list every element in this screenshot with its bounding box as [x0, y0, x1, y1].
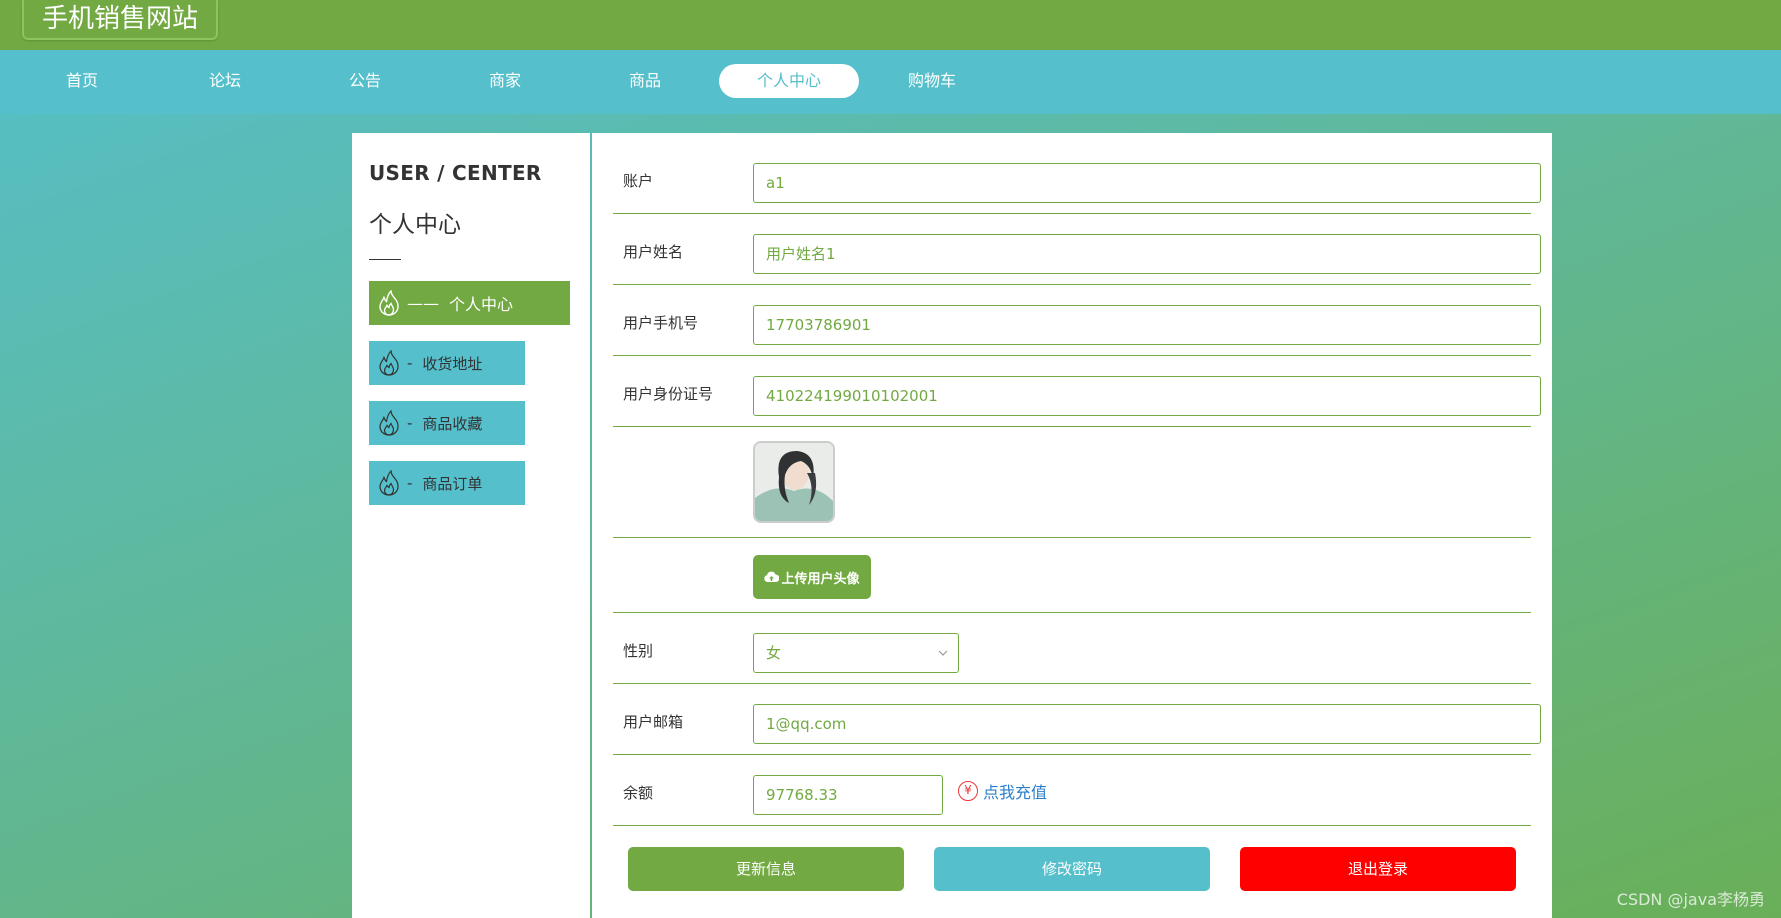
recharge-link[interactable]: ¥ 点我充值 — [958, 779, 1047, 803]
form-row-phone: 用户手机号 17703786901 — [613, 285, 1541, 356]
sidebar-item-favorites[interactable]: - 商品收藏 — [369, 401, 525, 445]
recharge-label: 点我充值 — [983, 783, 1048, 802]
nav-cart[interactable]: 购物车 — [862, 64, 1002, 98]
nav-merchant[interactable]: 商家 — [435, 64, 575, 98]
logout-button[interactable]: 退出登录 — [1240, 847, 1516, 891]
site-title: 手机销售网站 — [22, 0, 218, 40]
form-row-upload: 上传用户头像 — [613, 538, 1531, 613]
yen-icon: ¥ — [958, 781, 978, 801]
flame-icon — [379, 470, 399, 496]
nav-home[interactable]: 首页 — [12, 64, 152, 98]
sidebar-item-label: 商品收藏 — [422, 414, 483, 433]
form-row-balance: 余额 97768.33 ¥ 点我充值 — [613, 755, 1531, 826]
gender-selected-value: 女 — [766, 644, 782, 662]
idcard-input[interactable]: 410224199010102001 — [753, 376, 1541, 416]
top-header: 手机销售网站 — [0, 0, 1781, 50]
nav-announcement[interactable]: 公告 — [295, 64, 435, 98]
balance-input[interactable]: 97768.33 — [753, 775, 943, 815]
account-input[interactable]: a1 — [753, 163, 1541, 203]
nav-forum[interactable]: 论坛 — [155, 64, 295, 98]
update-info-button[interactable]: 更新信息 — [628, 847, 904, 891]
avatar — [753, 441, 835, 523]
sidebar-title-cn: 个人中心 — [369, 212, 461, 238]
change-password-button[interactable]: 修改密码 — [934, 847, 1210, 891]
form-row-avatar — [613, 427, 1531, 538]
idcard-label: 用户身份证号 — [623, 385, 714, 403]
user-sidebar: USER / CENTER 个人中心 —— 个人中心 - 收货地址 - 商品收藏… — [352, 133, 590, 918]
phone-input[interactable]: 17703786901 — [753, 305, 1541, 345]
sidebar-item-dash: - — [407, 474, 413, 492]
sidebar-item-label: 个人中心 — [449, 295, 514, 314]
sidebar-item-dash: - — [407, 414, 413, 432]
name-input[interactable]: 用户姓名1 — [753, 234, 1541, 274]
name-label: 用户姓名 — [623, 243, 684, 261]
upload-avatar-button[interactable]: 上传用户头像 — [753, 555, 871, 599]
cloud-upload-icon — [764, 571, 780, 582]
email-input[interactable]: 1@qq.com — [753, 704, 1541, 744]
flame-icon — [379, 410, 399, 436]
flame-icon — [379, 350, 399, 376]
sidebar-item-orders[interactable]: - 商品订单 — [369, 461, 525, 505]
form-row-account: 账户 a1 — [613, 133, 1541, 214]
avatar-image — [755, 443, 833, 521]
upload-avatar-label: 上传用户头像 — [781, 571, 860, 587]
sidebar-divider — [369, 259, 401, 260]
chevron-down-icon — [938, 650, 948, 656]
form-row-idcard: 用户身份证号 410224199010102001 — [613, 356, 1541, 427]
gender-select[interactable]: 女 — [753, 633, 959, 673]
sidebar-item-label: 商品订单 — [422, 474, 483, 493]
sidebar-item-label: 收货地址 — [422, 354, 483, 373]
sidebar-item-user-center[interactable]: —— 个人中心 — [369, 281, 570, 325]
user-info-form: 账户 a1 用户姓名 用户姓名1 用户手机号 17703786901 用户身份证… — [592, 133, 1552, 918]
form-row-email: 用户邮箱 1@qq.com — [613, 684, 1541, 755]
form-row-gender: 性别 女 — [613, 613, 1531, 684]
phone-label: 用户手机号 — [623, 314, 699, 332]
gender-label: 性别 — [623, 642, 654, 660]
form-row-name: 用户姓名 用户姓名1 — [613, 214, 1541, 285]
sidebar-item-dash: —— — [407, 293, 439, 313]
balance-label: 余额 — [623, 784, 654, 802]
nav-products[interactable]: 商品 — [575, 64, 715, 98]
sidebar-title-en: USER / CENTER — [369, 161, 542, 185]
sidebar-item-dash: - — [407, 354, 413, 372]
account-label: 账户 — [623, 172, 654, 190]
sidebar-item-address[interactable]: - 收货地址 — [369, 341, 525, 385]
nav-user-center[interactable]: 个人中心 — [719, 64, 859, 98]
main-nav: 首页 论坛 公告 商家 商品 个人中心 购物车 — [0, 50, 1781, 114]
watermark: CSDN @java李杨勇 — [1616, 890, 1765, 909]
flame-icon — [379, 290, 399, 316]
email-label: 用户邮箱 — [623, 713, 684, 731]
